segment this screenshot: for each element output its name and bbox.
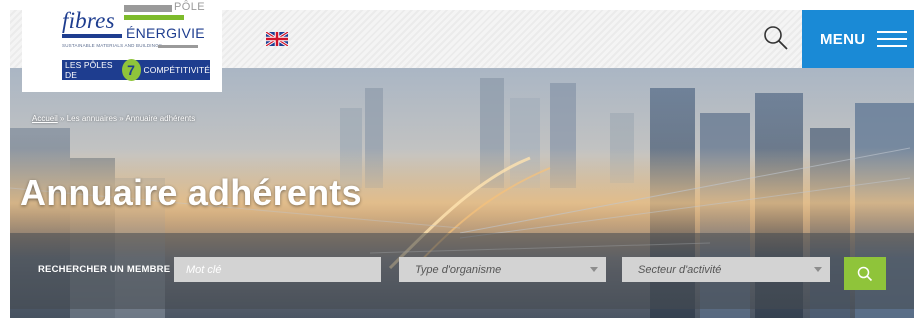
search-label: RECHERCHER UN MEMBRE :: [38, 264, 177, 275]
page-title: Annuaire adhérents: [20, 172, 362, 213]
breadcrumb-home-link[interactable]: Accueil: [32, 114, 58, 123]
breadcrumb-level1[interactable]: Les annuaires: [67, 114, 117, 123]
menu-button[interactable]: MENU: [802, 10, 914, 68]
breadcrumb-separator: »: [119, 114, 124, 123]
logo-blue-bar: [62, 34, 122, 38]
breadcrumb-separator: »: [60, 114, 65, 123]
site-logo[interactable]: fibres PÔLE ÉNERGIVIE SUSTAINABLE MATERI…: [22, 0, 222, 92]
keyword-input[interactable]: [174, 257, 381, 282]
activity-sector-value: Secteur d'activité: [638, 263, 722, 276]
activity-sector-select[interactable]: Secteur d'activité: [622, 257, 830, 282]
chevron-down-icon: [814, 267, 822, 272]
logo-poles-left: LES PÔLES DE: [65, 60, 113, 80]
search-icon: [857, 266, 873, 281]
logo-tag-bar: [158, 45, 198, 48]
organisation-type-value: Type d'organisme: [415, 263, 502, 276]
search-icon[interactable]: [762, 24, 790, 52]
breadcrumb: Accueil » Les annuaires » Annuaire adhér…: [32, 114, 195, 123]
logo-energivie-text: ÉNERGIVIE: [126, 25, 205, 41]
member-search-bar: RECHERCHER UN MEMBRE : Type d'organisme …: [10, 233, 914, 309]
logo-poles-mark: 7: [121, 59, 141, 81]
chevron-down-icon: [590, 267, 598, 272]
logo-fibres-text: fibres: [62, 8, 115, 33]
uk-flag-icon[interactable]: [266, 32, 288, 46]
hamburger-icon: [877, 30, 908, 48]
logo-pole-text: PÔLE: [174, 1, 205, 13]
breadcrumb-current: Annuaire adhérents: [125, 114, 196, 123]
logo-poles-right: COMPÉTITIVITÉ: [143, 65, 210, 75]
menu-label: MENU: [820, 30, 866, 48]
organisation-type-select[interactable]: Type d'organisme: [399, 257, 606, 282]
logo-poles-banner: LES PÔLES DE 7 COMPÉTITIVITÉ: [62, 59, 210, 81]
logo-grey-bar: [124, 5, 172, 12]
search-submit-button[interactable]: [844, 257, 886, 290]
logo-tagline: SUSTAINABLE MATERIALS AND BUILDINGS: [62, 43, 163, 48]
logo-green-bar: [124, 15, 184, 20]
